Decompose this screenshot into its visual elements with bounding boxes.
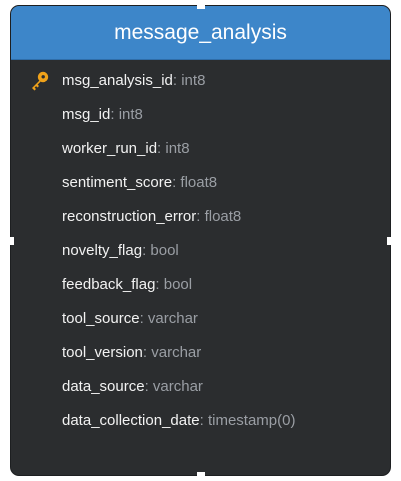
column-name: novelty_flag: bool: [62, 241, 179, 259]
column-row[interactable]: sentiment_score: float8: [11, 165, 390, 199]
column-name: sentiment_score: float8: [62, 173, 218, 191]
column-type: : int8: [172, 71, 206, 89]
resize-handle-bottom[interactable]: [197, 472, 205, 480]
column-name: feedback_flag: bool: [62, 275, 193, 293]
column-name: data_collection_date: timestamp(0): [62, 411, 296, 429]
column-name: reconstruction_error: float8: [62, 207, 242, 225]
column-row[interactable]: worker_run_id: int8: [11, 131, 390, 165]
column-row[interactable]: feedback_flag: bool: [11, 267, 390, 301]
key-icon: [32, 71, 49, 91]
column-type: : float8: [172, 173, 218, 191]
table-node-message-analysis[interactable]: message_analysis msg_analysis_id: int8 m…: [10, 5, 391, 476]
column-row[interactable]: data_source: varchar: [11, 369, 390, 403]
column-name: tool_source: varchar: [62, 309, 198, 327]
column-name: tool_version: varchar: [62, 343, 202, 361]
column-row[interactable]: msg_analysis_id: int8: [11, 63, 390, 97]
column-type: : int8: [157, 139, 190, 157]
column-type: : bool: [155, 275, 193, 293]
column-list: msg_analysis_id: int8 msg_id: int8 worke…: [11, 63, 390, 437]
column-row[interactable]: tool_version: varchar: [11, 335, 390, 369]
resize-handle-top[interactable]: [197, 1, 205, 9]
column-row[interactable]: reconstruction_error: float8: [11, 199, 390, 233]
column-type: : varchar: [139, 309, 198, 327]
resize-handle-left[interactable]: [6, 237, 14, 245]
column-row[interactable]: tool_source: varchar: [11, 301, 390, 335]
column-row[interactable]: novelty_flag: bool: [11, 233, 390, 267]
resize-handle-right[interactable]: [387, 237, 395, 245]
column-type: : varchar: [144, 377, 203, 395]
column-type: : bool: [142, 241, 179, 259]
column-name: worker_run_id: int8: [62, 139, 190, 157]
column-row[interactable]: data_collection_date: timestamp(0): [11, 403, 390, 437]
column-name: msg_id: int8: [62, 105, 143, 123]
column-type: : timestamp(0): [199, 411, 296, 429]
column-type: : int8: [110, 105, 143, 123]
column-type: : float8: [196, 207, 242, 225]
table-title[interactable]: message_analysis: [11, 6, 390, 60]
column-row[interactable]: msg_id: int8: [11, 97, 390, 131]
column-name: data_source: varchar: [62, 377, 203, 395]
column-name: msg_analysis_id: int8: [62, 71, 206, 89]
column-type: : varchar: [142, 343, 202, 361]
